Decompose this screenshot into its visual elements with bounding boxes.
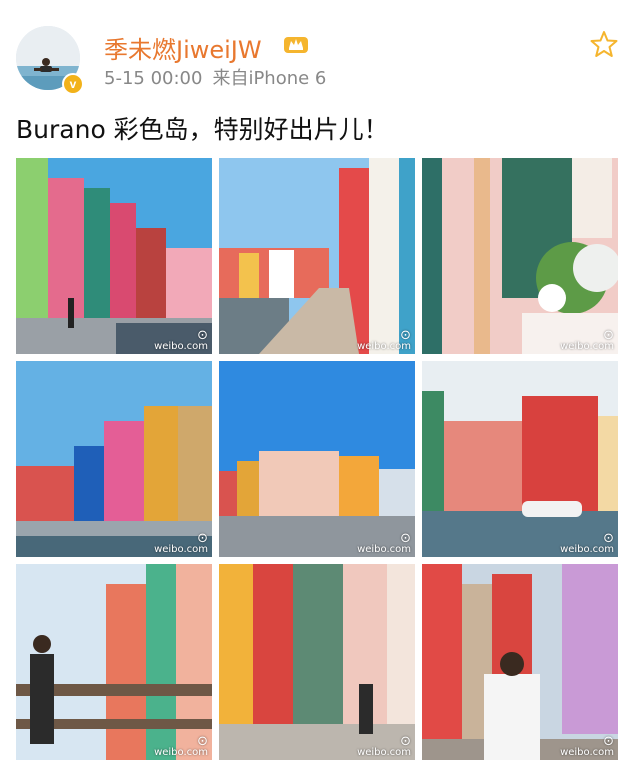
post-header: v 季未燃JiweiJW 5-15 00:00 来自iPhone 6 (0, 0, 640, 104)
photo-watermark: ⊙ weibo.com (560, 734, 614, 758)
post-date: 5-15 00:00 (104, 68, 203, 89)
crown-member-icon[interactable] (283, 33, 309, 55)
photo-watermark: ⊙ weibo.com (357, 328, 411, 352)
photo-watermark: ⊙ weibo.com (154, 734, 208, 758)
photo-tile-2[interactable]: ⊙ weibo.com (219, 158, 415, 354)
photo-tile-6[interactable]: ⊙ weibo.com (422, 361, 618, 557)
photo-tile-4[interactable]: ⊙ weibo.com (16, 361, 212, 557)
verified-badge-icon: v (62, 73, 84, 95)
post-meta: 5-15 00:00 来自iPhone 6 (104, 64, 336, 90)
post-text: Burano 彩色岛，特别好出片儿！ (16, 115, 389, 144)
photo-tile-7[interactable]: ⊙ weibo.com (16, 564, 212, 760)
photo-watermark: ⊙ weibo.com (357, 531, 411, 555)
photo-watermark: ⊙ weibo.com (560, 328, 614, 352)
photo-watermark: ⊙ weibo.com (154, 531, 208, 555)
photo-tile-9[interactable]: ⊙ weibo.com (422, 564, 618, 760)
photo-tile-3[interactable]: ⊙ weibo.com (422, 158, 618, 354)
photo-watermark: ⊙ weibo.com (357, 734, 411, 758)
photo-watermark: ⊙ weibo.com (154, 328, 208, 352)
star-icon[interactable] (590, 30, 618, 58)
photo-watermark: ⊙ weibo.com (560, 531, 614, 555)
photo-tile-1[interactable]: ⊙ weibo.com (16, 158, 212, 354)
post-source[interactable]: 来自iPhone 6 (212, 68, 326, 89)
photo-tile-8[interactable]: ⊙ weibo.com (219, 564, 415, 760)
photo-tile-5[interactable]: ⊙ weibo.com (219, 361, 415, 557)
username-link[interactable]: 季未燃JiweiJW (104, 30, 262, 65)
